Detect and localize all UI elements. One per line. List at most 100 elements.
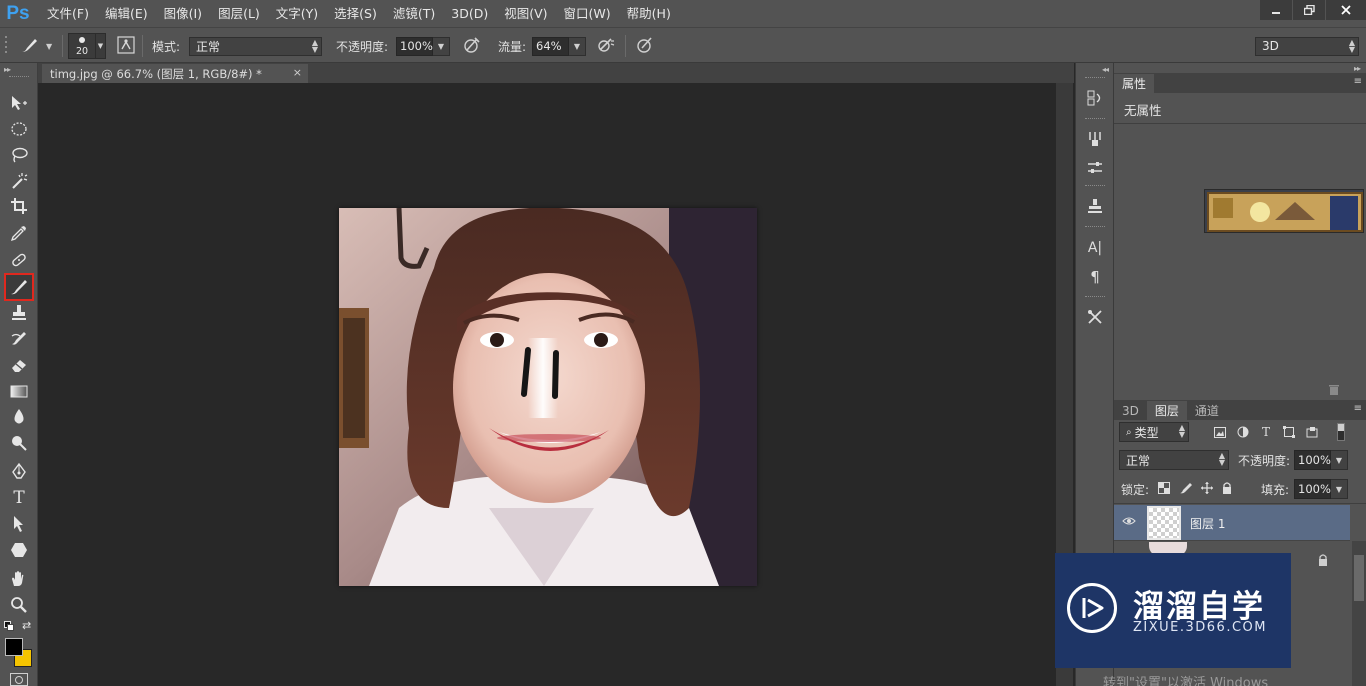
toolbox: ▸▸ T ⇄ — [0, 63, 38, 686]
tab-layers[interactable]: 图层 — [1146, 401, 1187, 420]
layer-blend-mode-dropdown[interactable]: 正常 ▲ ▼ — [1119, 450, 1229, 470]
fill-input[interactable]: 100% — [1294, 479, 1331, 499]
minimize-icon[interactable] — [1260, 0, 1292, 20]
type-tool[interactable]: T — [6, 486, 32, 510]
brush-tool[interactable] — [4, 273, 34, 301]
pressure-opacity-button[interactable] — [461, 28, 481, 64]
filter-toggle-switch[interactable] — [1337, 423, 1345, 441]
workspace-dropdown[interactable]: 3D ▲ ▼ — [1255, 36, 1359, 56]
brush-size-swatch[interactable]: 20 — [68, 33, 96, 59]
dock-grip — [1085, 77, 1105, 80]
tab-3d[interactable]: 3D — [1114, 401, 1147, 420]
menu-help[interactable]: 帮助(H) — [622, 0, 676, 27]
filter-smart-objects-icon[interactable] — [1303, 423, 1321, 441]
restore-icon[interactable] — [1293, 0, 1325, 20]
magic-wand-tool[interactable] — [6, 169, 32, 193]
zoom-tool[interactable] — [6, 593, 32, 617]
gradient-tool[interactable] — [6, 379, 32, 403]
layers-scrollbar[interactable] — [1352, 541, 1366, 686]
history-brush-tool[interactable] — [6, 327, 32, 351]
clone-source-panel-icon[interactable] — [1083, 194, 1107, 218]
close-icon[interactable]: × — [293, 66, 302, 79]
filter-pixel-layers-icon[interactable] — [1211, 423, 1229, 441]
menu-layer[interactable]: 图层(L) — [213, 0, 265, 27]
character-panel-icon[interactable]: A| — [1083, 236, 1107, 260]
menu-3d[interactable]: 3D(D) — [446, 0, 493, 27]
opacity-input[interactable]: 100% — [396, 36, 433, 56]
dodge-tool[interactable] — [6, 431, 32, 455]
menu-edit[interactable]: 编辑(E) — [100, 0, 153, 27]
layer-opacity-input[interactable]: 100% — [1294, 450, 1331, 470]
adjustments-panel-icon[interactable] — [1083, 156, 1107, 180]
blend-mode-dropdown[interactable]: 正常 ▲ ▼ — [189, 36, 322, 56]
panel-menu-icon[interactable]: ≡ — [1354, 76, 1362, 87]
layer-row[interactable]: 图层 1 — [1114, 505, 1350, 541]
menu-window[interactable]: 窗口(W) — [559, 0, 616, 27]
hand-tool[interactable] — [6, 567, 32, 591]
lasso-tool[interactable] — [6, 143, 32, 167]
menu-view[interactable]: 视图(V) — [499, 0, 552, 27]
fill-slider-toggle[interactable]: ▼ — [1331, 479, 1348, 499]
menu-image[interactable]: 图像(I) — [159, 0, 207, 27]
tool-preset-picker[interactable]: ▼ — [20, 28, 52, 64]
layer-blend-mode-value: 正常 — [1126, 453, 1151, 468]
tab-properties[interactable]: 属性 — [1114, 74, 1155, 93]
filter-type-layers-icon[interactable]: T — [1257, 423, 1275, 441]
flow-input[interactable]: 64% — [532, 36, 569, 56]
filter-shape-layers-icon[interactable] — [1280, 423, 1298, 441]
properties-panel-tabs: 属性 ≡ — [1114, 73, 1366, 93]
expand-panel-icon[interactable]: ▸▸ — [4, 65, 11, 74]
divider — [625, 35, 626, 57]
close-icon[interactable] — [1326, 0, 1366, 20]
crop-tool[interactable] — [6, 194, 32, 218]
path-select-tool[interactable] — [6, 512, 32, 536]
healing-tool[interactable] — [6, 248, 32, 272]
trash-icon[interactable] — [1328, 384, 1340, 399]
canvas-image[interactable] — [339, 208, 757, 586]
lock-image-pixels-icon[interactable] — [1179, 482, 1193, 497]
tab-channels[interactable]: 通道 — [1187, 401, 1227, 420]
shape-tool[interactable] — [6, 538, 32, 562]
layer-opacity-slider-toggle[interactable]: ▼ — [1331, 450, 1348, 470]
chevron-down-icon[interactable]: ▼ — [96, 33, 106, 59]
lock-position-icon[interactable] — [1201, 482, 1213, 497]
floating-ad-banner[interactable] — [1204, 189, 1364, 233]
opacity-slider-toggle[interactable]: ▼ — [433, 36, 450, 56]
eyedropper-tool[interactable] — [6, 221, 32, 245]
eye-icon[interactable] — [1122, 515, 1136, 529]
collapse-panel-icon[interactable]: ▸▸ — [1354, 64, 1361, 73]
history-panel-icon[interactable] — [1083, 86, 1107, 110]
airbrush-button[interactable] — [596, 28, 616, 64]
collapse-panel-icon[interactable]: ◂◂ — [1102, 65, 1109, 74]
swap-colors-icon[interactable]: ⇄ — [22, 619, 31, 632]
brush-presets-panel-icon[interactable] — [1083, 127, 1107, 151]
stamp-tool[interactable] — [6, 301, 32, 325]
layer-filter-dropdown[interactable]: ⌕ 类型 ▲ ▼ — [1119, 422, 1189, 442]
flow-slider-toggle[interactable]: ▼ — [569, 36, 586, 56]
lock-transparent-pixels-icon[interactable] — [1158, 482, 1170, 497]
marquee-tool[interactable] — [6, 117, 32, 141]
pen-tool[interactable] — [6, 460, 32, 484]
layer-name[interactable]: 图层 1 — [1190, 515, 1225, 532]
menu-file[interactable]: 文件(F) — [42, 0, 94, 27]
lock-all-icon[interactable] — [1222, 482, 1232, 497]
document-tab[interactable]: timg.jpg @ 66.7% (图层 1, RGB/8#) * × — [42, 64, 308, 83]
brush-panel-toggle[interactable] — [117, 28, 135, 64]
blur-tool[interactable] — [6, 405, 32, 429]
menu-filter[interactable]: 滤镜(T) — [388, 0, 440, 27]
watermark-overlay: 溜溜自学 ZIXUE.3D66.COM — [1055, 553, 1291, 668]
foreground-color-swatch[interactable] — [5, 638, 23, 656]
play-logo-icon — [1067, 583, 1117, 633]
pressure-size-button[interactable] — [634, 28, 654, 64]
panel-menu-icon[interactable]: ≡ — [1354, 403, 1362, 414]
default-colors-icon[interactable] — [4, 620, 14, 634]
menu-type[interactable]: 文字(Y) — [271, 0, 323, 27]
menu-select[interactable]: 选择(S) — [329, 0, 382, 27]
filter-adjustment-layers-icon[interactable] — [1234, 423, 1252, 441]
brush-size-picker[interactable]: 20 ▼ — [68, 28, 106, 64]
tool-presets-panel-icon[interactable] — [1083, 305, 1107, 329]
eraser-tool[interactable] — [6, 353, 32, 377]
quick-mask-icon[interactable] — [10, 673, 28, 686]
move-tool[interactable] — [6, 91, 32, 115]
paragraph-panel-icon[interactable]: ¶ — [1083, 265, 1107, 289]
